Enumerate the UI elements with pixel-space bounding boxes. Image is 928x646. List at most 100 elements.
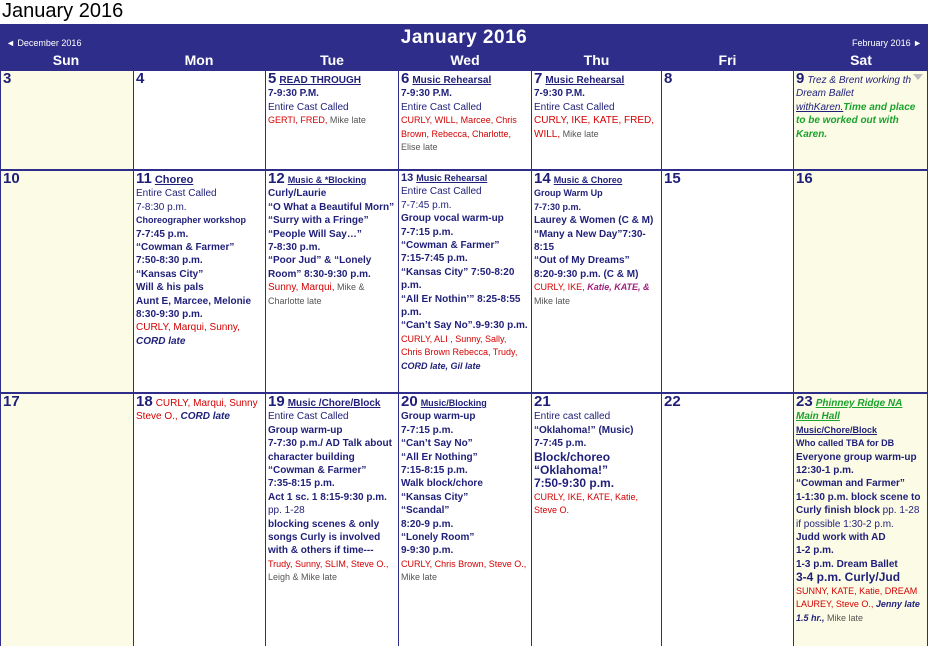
day-cell-15[interactable]: 15 [662,171,793,392]
late-note: Mike late [560,128,599,139]
day-number: 11 [136,171,152,187]
event-line: 7-8:30 p.m. [268,242,321,254]
event-line: Entire cast called [534,411,611,423]
cast-names: GERTI, FRED, [268,115,328,126]
event-line: Entire Cast Called [268,101,349,113]
month-banner: ◄ December 2016 January 2016 February 20… [0,24,928,50]
event-line: “Kansas City” [136,268,204,280]
event-line: Will & his pals [136,282,204,294]
event-title-link[interactable]: READ THROUGH [279,75,361,86]
event-line: 7-8:30 p.m. [136,201,187,213]
day-cell-12[interactable]: 12 Music & *Blocking Curly/Laurie “O What… [266,171,398,392]
day-number: 3 [3,71,12,87]
event-line: 8:20-9:30 p.m. (C & M) [534,268,639,280]
event-title-link[interactable]: Choreo [155,174,194,186]
event-line: Entire Cast Called [268,411,349,423]
day-number: 18 [136,394,153,410]
day-number: 19 [268,394,285,410]
event-line: Judd work with AD [796,532,886,544]
day-number: 4 [136,71,145,87]
event-title-link[interactable]: Music Rehearsal [412,75,491,86]
event-line: Curly finish block [796,505,880,517]
cast-names: Sunny, Marqui, [268,282,335,294]
day-cell-21[interactable]: 21 Entire cast called “Oklahoma!” (Music… [532,394,661,646]
dow-thu: Thu [532,51,661,70]
dow-tue: Tue [266,51,398,70]
late-note: Mike late [824,612,864,623]
late-note: Mike late [534,295,571,306]
event-line: 3-4 p.m. Curly/Jud [796,570,901,585]
event-title-link[interactable]: Music/Blocking [421,398,487,408]
day-cell-18[interactable]: 18 CURLY, Marqui, Sunny Steve O., CORD la… [134,394,265,646]
event-title-link[interactable]: Music & *Blocking [288,175,367,185]
day-cell-23[interactable]: 23 Phinney Ridge NA Main Hall Music/Chore… [794,394,927,646]
dow-mon: Mon [133,51,265,70]
day-number: 10 [3,171,20,187]
event-line: Dream Ballet [796,88,854,100]
day-number: 17 [3,394,20,410]
next-month-link[interactable]: February 2016 ► [852,38,922,48]
day-number: 6 [401,71,410,87]
event-line: Entire Cast Called [401,101,482,113]
event-line: 12:30-1 p.m. [796,465,854,477]
event-line: “Out of My Dreams” [534,255,630,267]
event-line: “Lonely Room” [401,532,475,544]
cast-names: CURLY, IKE, [534,282,585,293]
day-cell-17[interactable]: 17 [1,394,133,646]
day-cell-6[interactable]: 6 Music Rehearsal 7-9:30 P.M. Entire Cast… [399,71,531,169]
day-cell-8[interactable]: 8 [662,71,793,169]
event-title-link[interactable]: Music /Chore/Block [288,398,381,409]
event-line: Entire Cast Called [534,101,615,113]
event-line: pp. 1-28 [268,505,305,517]
cast-names: CURLY, IKE, KATE, Katie, Steve O. [534,491,639,516]
event-line: 7-7:30 p.m./ AD Talk about character bui… [268,438,392,463]
late-note: Jenny late [875,599,920,610]
day-cell-16[interactable]: 16 [794,171,927,392]
scroll-down-icon[interactable] [913,74,923,80]
event-line: 7-7:15 p.m. [401,226,454,238]
day-cell-3[interactable]: 3 [1,71,133,169]
event-line: 7-9:30 P.M. [268,88,319,100]
day-cell-4[interactable]: 4 [134,71,265,169]
event-line: 7-7:30 p.m. [534,201,582,212]
late-note: CORD late, Gil late [401,360,481,371]
event-line: “Cowman and Farmer” [796,478,905,490]
event-subtitle-link[interactable]: Music/Chore/Block [796,424,925,437]
day-cell-11[interactable]: 11 Choreo Entire Cast Called 7-8:30 p.m. … [134,171,265,392]
event-line: “People Will Say…” [268,228,362,240]
day-number: 20 [401,394,418,410]
dow-sun: Sun [0,51,132,70]
day-cell-14[interactable]: 14 Music & Choreo Group Warm Up 7-7:30 p.… [532,171,661,392]
day-cell-9[interactable]: 9 Trez & Brent working th Dream Ballet wi… [794,71,927,169]
day-number: 13 [401,172,414,184]
day-cell-7[interactable]: 7 Music Rehearsal 7-9:30 P.M. Entire Cast… [532,71,661,169]
event-title-link[interactable]: Music & Choreo [554,175,623,185]
day-of-week-header: Sun Mon Tue Wed Thu Fri Sat [0,51,928,70]
late-note: 1.5 hr., [796,612,825,623]
day-cell-10[interactable]: 10 [1,171,133,392]
event-title-link[interactable]: Music Rehearsal [545,75,624,86]
event-line: Walk block/chore [401,478,483,490]
day-cell-13[interactable]: 13 Music Rehearsal Entire Cast Called 7-7… [399,171,531,392]
day-number: 5 [268,71,277,87]
event-line: 1-3 p.m. Dream Ballet [796,558,898,570]
day-number: 7 [534,71,543,87]
cast-names: CURLY, ALI , Sunny, Sally, Chris Brown R… [401,333,518,358]
event-line: Block/choreo [534,449,611,464]
event-line: “Cowman & Farmer” [401,240,500,252]
event-line: “Can’t Say No” [401,438,473,450]
day-cell-19[interactable]: 19 Music /Chore/Block Entire Cast Called … [266,394,398,646]
calendar: ◄ December 2016 January 2016 February 20… [0,24,928,646]
day-cell-22[interactable]: 22 [662,394,793,646]
event-line: 7-9:30 P.M. [534,88,585,100]
day-cell-20[interactable]: 20 Music/Blocking Group warm-up 7-7:15 p.… [399,394,531,646]
event-line: 7:50-9:30 p.m. [534,476,615,491]
event-line: 7-7:45 p.m. [534,438,587,450]
day-number: 14 [534,171,551,187]
dow-sat: Sat [794,51,928,70]
event-line: Group vocal warm-up [401,213,504,225]
event-title-link[interactable]: Music Rehearsal [416,173,487,183]
event-line: 7-7:45 p.m. [401,199,452,211]
event-line: 7-7:15 p.m. [401,424,454,436]
day-cell-5[interactable]: 5 READ THROUGH 7-9:30 P.M. Entire Cast Ca… [266,71,398,169]
